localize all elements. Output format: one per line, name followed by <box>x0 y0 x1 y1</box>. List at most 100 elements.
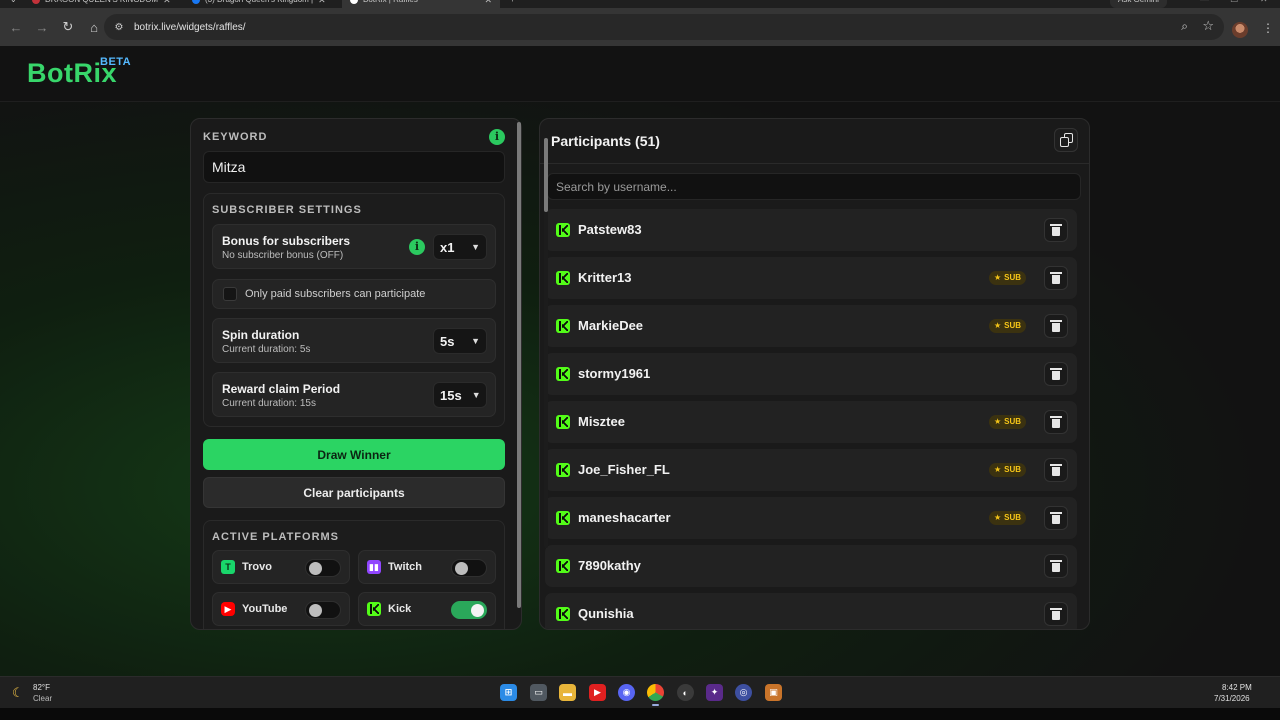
kick-icon <box>556 319 570 333</box>
bonus-subtitle: No subscriber bonus (OFF) <box>222 250 344 261</box>
paid-subscribers-label[interactable]: Only paid subscribers can participate <box>245 288 425 300</box>
profile-avatar[interactable] <box>1232 22 1248 38</box>
facebook-icon <box>192 0 200 4</box>
twitch-icon: ▮▮ <box>367 560 381 574</box>
subscriber-settings-section: SUBSCRIBER SETTINGS Bonus for subscriber… <box>203 193 505 427</box>
delete-participant-button[interactable] <box>1044 314 1068 338</box>
reward-claim-select[interactable]: 15s ▼ <box>433 382 487 408</box>
delete-participant-button[interactable] <box>1044 602 1068 626</box>
participant-username: MarkieDee <box>578 318 644 333</box>
kick-icon <box>556 271 570 285</box>
address-bar[interactable]: ⚙ botrix.live/widgets/raffles/ ⌕ ☆ <box>104 14 1224 40</box>
new-tab-button[interactable]: + <box>502 0 523 8</box>
trash-icon <box>1050 607 1062 620</box>
delete-participant-button[interactable] <box>1044 506 1068 530</box>
platform-twitch: ▮▮ Twitch <box>358 550 496 584</box>
game-app-icon[interactable]: ✦ <box>706 684 723 701</box>
bonus-multiplier-select[interactable]: x1 ▼ <box>433 234 487 260</box>
participant-search-input[interactable] <box>547 173 1081 200</box>
delete-participant-button[interactable] <box>1044 458 1068 482</box>
file-explorer-icon[interactable]: ▬ <box>559 684 576 701</box>
tab-dragon-queen[interactable]: DRAGON QUEEN'S KINGDOM ✕ <box>24 0 184 8</box>
weather-description[interactable]: Clear <box>33 694 52 703</box>
task-view-icon[interactable]: ▭ <box>530 684 547 701</box>
moon-icon[interactable]: ☾ <box>12 685 24 701</box>
settings-scrollbar[interactable] <box>517 122 521 608</box>
delete-participant-button[interactable] <box>1044 218 1068 242</box>
scrollbar-thumb[interactable] <box>517 122 521 608</box>
sub-badge-label: SUB <box>1004 417 1022 426</box>
participant-row: maneshacarter ★ SUB <box>545 497 1077 539</box>
youtube-toggle[interactable] <box>305 601 341 619</box>
participant-username: Kritter13 <box>578 270 632 285</box>
paid-subscribers-checkbox[interactable] <box>223 287 237 301</box>
maximize-icon[interactable]: ☐ <box>1230 0 1238 5</box>
toggle-knob <box>455 562 468 575</box>
delete-participant-button[interactable] <box>1044 266 1068 290</box>
scrollbar-thumb[interactable] <box>544 138 548 212</box>
game-launcher-icon[interactable]: ▣ <box>765 684 782 701</box>
forward-arrow-icon[interactable]: → <box>30 15 54 39</box>
participants-panel: Participants (51) Patstew83 Kritter13 ★S… <box>539 118 1090 630</box>
minimize-icon[interactable]: — <box>1200 0 1209 4</box>
discord-icon[interactable]: ◉ <box>618 684 635 701</box>
tab-facebook[interactable]: (3) Dragon Queen's Kingdom | ✕ <box>184 0 342 8</box>
chrome-icon[interactable] <box>647 684 664 706</box>
delete-participant-button[interactable] <box>1044 410 1068 434</box>
participant-username: 7890kathy <box>578 558 641 573</box>
reload-icon[interactable]: ↻ <box>56 15 80 39</box>
bookmark-star-icon[interactable]: ☆ <box>1202 18 1214 34</box>
youtube-app-icon[interactable]: ▶ <box>589 684 606 701</box>
reward-claim-row: Reward claim Period Current duration: 15… <box>212 372 496 417</box>
beta-badge: BETA <box>100 56 132 68</box>
participant-row: Misztee ★ SUB <box>545 401 1077 443</box>
back-arrow-icon[interactable]: ← <box>4 15 28 39</box>
reward-claim-title: Reward claim Period <box>222 382 341 396</box>
tab-botrix-raffles[interactable]: BotRix | Raffles ✕ <box>342 0 500 8</box>
participant-row: Patstew83 <box>545 209 1077 251</box>
participants-scrollbar[interactable] <box>544 138 548 548</box>
home-icon[interactable]: ⌂ <box>82 15 106 39</box>
spin-duration-select[interactable]: 5s ▼ <box>433 328 487 354</box>
globe-app-icon[interactable]: ◎ <box>735 684 752 701</box>
kick-icon <box>556 463 570 477</box>
draw-winner-button[interactable]: Draw Winner <box>203 439 505 470</box>
copy-list-button[interactable] <box>1054 128 1078 152</box>
more-menu-icon[interactable]: ⋮ <box>1262 22 1274 34</box>
close-icon[interactable]: ✕ <box>484 0 492 8</box>
spin-duration-subtitle: Current duration: 5s <box>222 344 311 355</box>
bonus-title: Bonus for subscribers <box>222 234 351 248</box>
url-text[interactable]: botrix.live/widgets/raffles/ <box>134 22 246 33</box>
site-settings-icon[interactable]: ⚙ <box>110 18 128 36</box>
close-icon[interactable]: ✕ <box>163 0 171 8</box>
trovo-toggle[interactable] <box>305 559 341 577</box>
kick-toggle[interactable] <box>451 601 487 619</box>
tab-menu-button[interactable]: ⌄ <box>2 0 25 8</box>
bonus-multiplier-value: x1 <box>440 239 455 255</box>
reward-claim-subtitle: Current duration: 15s <box>222 398 316 409</box>
toggle-knob <box>471 604 484 617</box>
paid-subscribers-row[interactable]: Only paid subscribers can participate <box>212 279 496 309</box>
clock-date[interactable]: 7/31/2026 <box>1214 694 1250 703</box>
keyword-input[interactable] <box>203 151 505 183</box>
keyword-info-icon[interactable]: i <box>489 129 505 145</box>
clear-participants-button[interactable]: Clear participants <box>203 477 505 508</box>
close-window-icon[interactable]: ✕ <box>1260 0 1268 5</box>
delete-participant-button[interactable] <box>1044 362 1068 386</box>
obs-icon[interactable]: ◐ <box>677 684 694 701</box>
bonus-info-icon[interactable]: i <box>409 239 425 255</box>
windows-start-icon[interactable]: ⊞ <box>500 684 517 701</box>
zoom-icon[interactable]: ⌕ <box>1181 19 1188 34</box>
star-icon: ★ <box>994 273 1002 282</box>
platform-youtube: ▶ YouTube <box>212 592 350 626</box>
chevron-down-icon: ▼ <box>471 336 480 346</box>
close-icon[interactable]: ✕ <box>318 0 326 8</box>
clock-time[interactable]: 8:42 PM <box>1222 683 1252 692</box>
ask-gemini-button[interactable]: Ask Gemini <box>1110 0 1167 8</box>
toggle-knob <box>309 562 322 575</box>
weather-temperature[interactable]: 82°F <box>33 683 50 692</box>
participant-row: stormy1961 <box>545 353 1077 395</box>
participant-row: MarkieDee ★ SUB <box>545 305 1077 347</box>
delete-participant-button[interactable] <box>1044 554 1068 578</box>
twitch-toggle[interactable] <box>451 559 487 577</box>
